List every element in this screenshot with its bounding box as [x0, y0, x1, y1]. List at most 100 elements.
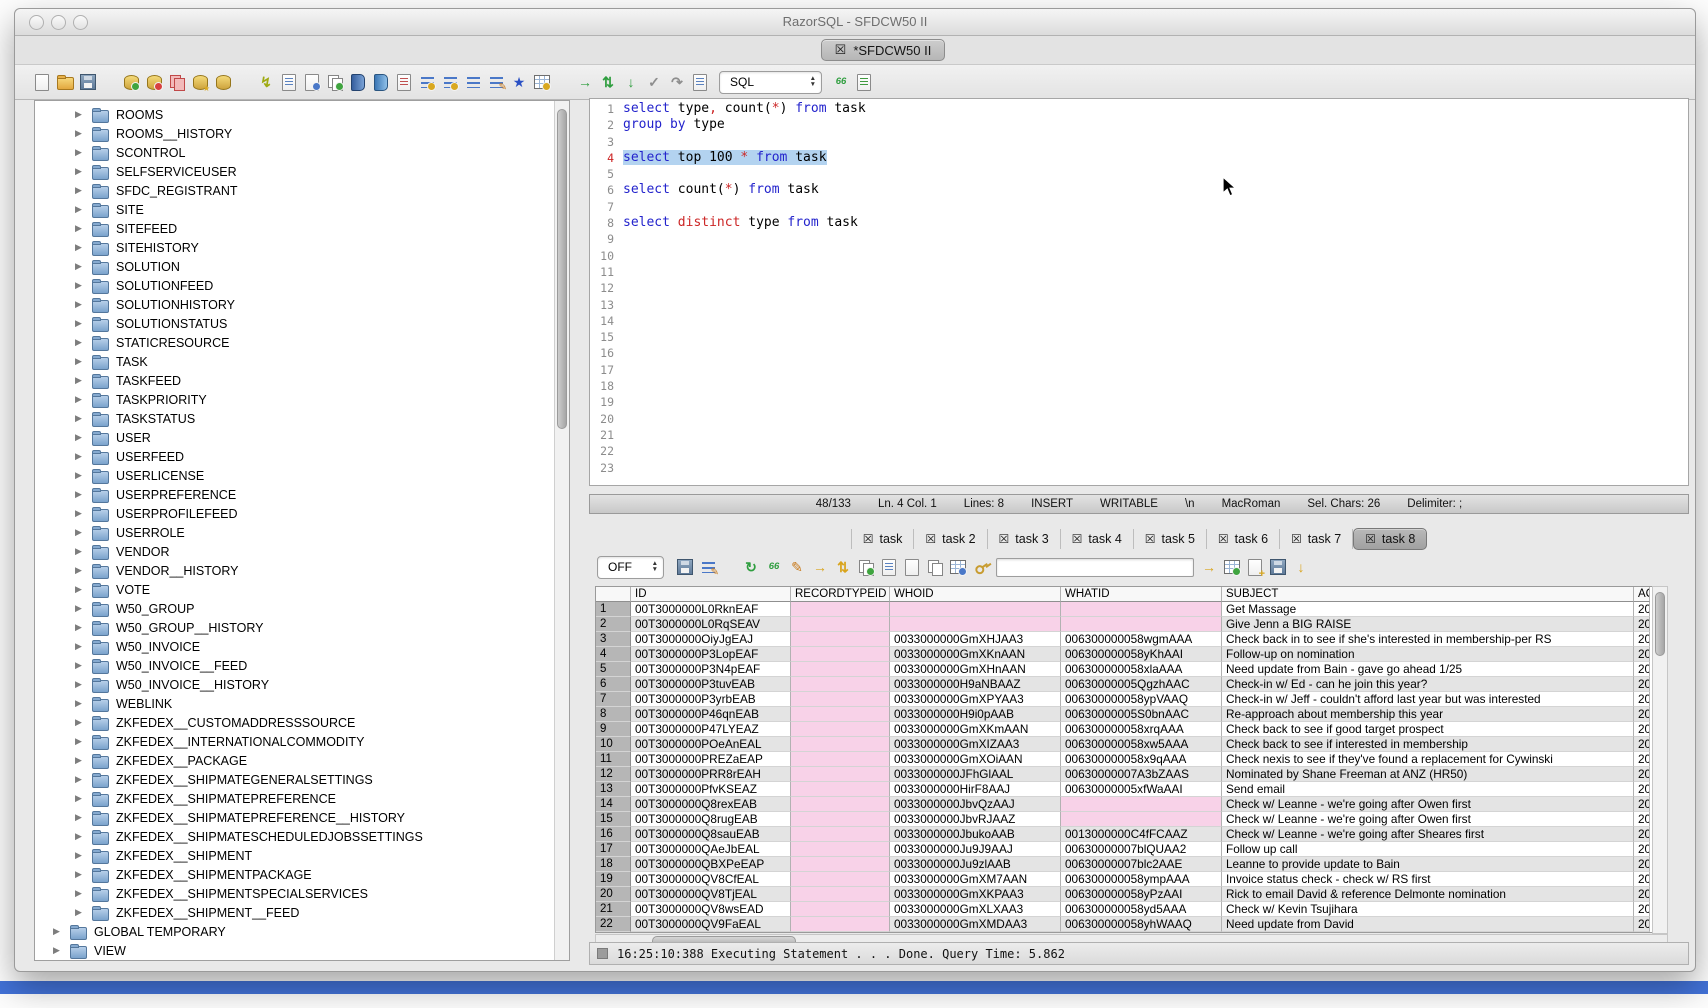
history-list-icon[interactable] — [395, 73, 413, 91]
table-row[interactable]: 800T3000000P46qnEAB0033000000H9i0pAAB006… — [596, 707, 1652, 722]
favorites-star-icon[interactable]: ★ — [510, 73, 528, 91]
disclosure-triangle-icon[interactable]: ▶ — [75, 793, 84, 804]
tree-item[interactable]: ▶ZKFEDEX__INTERNATIONALCOMMODITY — [35, 732, 555, 751]
new-db-icon[interactable] — [191, 73, 209, 91]
tree-item[interactable]: ▶USERPREFERENCE — [35, 485, 555, 504]
table-row[interactable]: 1300T3000000PfvKSEAZ0033000000HirF8AAJ00… — [596, 782, 1652, 797]
tree-item[interactable]: ▶VENDOR__HISTORY — [35, 561, 555, 580]
open-file-icon[interactable] — [56, 73, 74, 91]
edit-cell-icon[interactable]: ✎ — [788, 558, 806, 576]
tree-item[interactable]: ▶SITEFEED — [35, 219, 555, 238]
close-tab-icon[interactable]: ☒ — [1072, 532, 1083, 546]
table-row[interactable]: 1600T3000000Q8sauEAB0033000000JbukoAAB00… — [596, 827, 1652, 842]
grid-vertical-scrollbar[interactable] — [1652, 586, 1668, 934]
table-row[interactable]: 500T3000000P3N4pEAF0033000000GmXHnAAN006… — [596, 662, 1652, 677]
table-row[interactable]: 2000T3000000QV8TjEAL0033000000GmXKPAA300… — [596, 887, 1652, 902]
tree-item[interactable]: ▶WEBLINK — [35, 694, 555, 713]
page-view-icon[interactable] — [903, 558, 921, 576]
editor-line[interactable]: 22 — [590, 443, 1688, 459]
close-tab-icon[interactable]: ☒ — [1365, 532, 1376, 546]
disclosure-triangle-icon[interactable]: ▶ — [75, 470, 84, 481]
disclosure-triangle-icon[interactable]: ▶ — [75, 375, 84, 386]
close-tab-icon[interactable]: ☒ — [863, 532, 874, 546]
connect-db-icon[interactable] — [122, 73, 140, 91]
editor-line[interactable]: 1select type, count(*) from task — [590, 101, 1688, 117]
tree-item[interactable]: ▶TASKSTATUS — [35, 409, 555, 428]
result-tab-task-2[interactable]: ☒task 2 — [914, 529, 987, 549]
editor-line[interactable]: 10 — [590, 248, 1688, 264]
describe-table-icon[interactable] — [855, 73, 873, 91]
disclosure-triangle-icon[interactable]: ▶ — [75, 109, 84, 120]
disclosure-triangle-icon[interactable]: ▶ — [75, 869, 84, 880]
close-window-button[interactable] — [29, 15, 44, 30]
search-go-icon[interactable]: → — [1200, 558, 1218, 576]
help-book-icon[interactable] — [372, 73, 390, 91]
tree-item[interactable]: ▶TASKFEED — [35, 371, 555, 390]
format-sql-icon[interactable] — [441, 73, 459, 91]
tree-item[interactable]: ▶SOLUTIONHISTORY — [35, 295, 555, 314]
table-row[interactable]: 400T3000000P3LopEAF0033000000GmXKnAAN006… — [596, 647, 1652, 662]
disclosure-triangle-icon[interactable]: ▶ — [75, 888, 84, 899]
editor-line[interactable]: 12 — [590, 280, 1688, 296]
sort-rows-icon[interactable]: ⇅ — [834, 558, 852, 576]
tree-item[interactable]: ▶W50_INVOICE__FEED — [35, 656, 555, 675]
column-header-SUBJECT[interactable]: SUBJECT — [1222, 587, 1634, 602]
editor-line[interactable]: 20 — [590, 411, 1688, 427]
disclosure-triangle-icon[interactable]: ▶ — [75, 755, 84, 766]
table-row[interactable]: 1800T3000000QBXPeEAP0033000000Ju9zlAAB00… — [596, 857, 1652, 872]
editor-line[interactable]: 5 — [590, 166, 1688, 182]
disclosure-triangle-icon[interactable]: ▶ — [75, 204, 84, 215]
disclosure-triangle-icon[interactable]: ▶ — [75, 299, 84, 310]
insert-row-icon[interactable]: → — [811, 558, 829, 576]
disclosure-triangle-icon[interactable]: ▶ — [75, 413, 84, 424]
swap-statement-icon[interactable]: ⇅ — [599, 73, 617, 91]
database-icon[interactable] — [214, 73, 232, 91]
result-tab-task-8[interactable]: ☒task 8 — [1353, 528, 1427, 550]
tree-item[interactable]: ▶SOLUTION — [35, 257, 555, 276]
tree-item[interactable]: ▶SFDC_REGISTRANT — [35, 181, 555, 200]
editor-line[interactable]: 6select count(*) from task — [590, 182, 1688, 198]
tree-item[interactable]: ▶VENDOR — [35, 542, 555, 561]
disclosure-triangle-icon[interactable]: ▶ — [75, 147, 84, 158]
tree-item[interactable]: ▶SCONTROL — [35, 143, 555, 162]
limit-select[interactable]: OFF ▲▼ — [597, 556, 664, 579]
disclosure-triangle-icon[interactable]: ▶ — [75, 774, 84, 785]
sql-editor[interactable]: 1select type, count(*) from task2group b… — [589, 98, 1689, 486]
save-grid-icon[interactable] — [1269, 558, 1287, 576]
results-search-input[interactable] — [996, 558, 1194, 577]
tree-item[interactable]: ▶ZKFEDEX__SHIPMENT — [35, 846, 555, 865]
close-tab-icon[interactable]: ☒ — [999, 532, 1010, 546]
go-down-icon[interactable]: ↓ — [622, 73, 640, 91]
save-file-icon[interactable] — [79, 73, 97, 91]
editor-line[interactable]: 19 — [590, 394, 1688, 410]
tree-item[interactable]: ▶TASKPRIORITY — [35, 390, 555, 409]
sql-mode-select[interactable]: SQL ▲▼ — [719, 71, 822, 94]
log-view-icon[interactable] — [691, 73, 709, 91]
rollback-icon[interactable]: ↷ — [668, 73, 686, 91]
disclosure-triangle-icon[interactable]: ▶ — [75, 280, 84, 291]
tree-scrollbar[interactable] — [554, 101, 569, 960]
disclosure-triangle-icon[interactable]: ▶ — [75, 166, 84, 177]
result-tab-task[interactable]: ☒task — [851, 529, 915, 549]
tree-item[interactable]: ▶SELFSERVICEUSER — [35, 162, 555, 181]
table-row[interactable]: 1000T3000000POeAnEAL0033000000GmXIZAA300… — [596, 737, 1652, 752]
tree-scrollbar-thumb[interactable] — [557, 109, 567, 429]
disconnect-db-icon[interactable] — [145, 73, 163, 91]
table-row[interactable]: 200T3000000L0RqSEAVGive Jenn a BIG RAISE… — [596, 617, 1652, 632]
refresh-objects-icon[interactable] — [326, 73, 344, 91]
download-icon[interactable]: ↓ — [1292, 558, 1310, 576]
column-header-AC[interactable]: AC — [1634, 587, 1650, 602]
disclosure-triangle-icon[interactable]: ▶ — [75, 223, 84, 234]
minimize-window-button[interactable] — [51, 15, 66, 30]
table-row[interactable]: 1200T3000000PRR8rEAH0033000000JFhGlAAL00… — [596, 767, 1652, 782]
close-tab-icon[interactable]: ☒ — [925, 532, 936, 546]
tree-item[interactable]: ▶W50_INVOICE — [35, 637, 555, 656]
execute-all-icon[interactable] — [280, 73, 298, 91]
tree-item[interactable]: ▶STATICRESOURCE — [35, 333, 555, 352]
disclosure-triangle-icon[interactable]: ▶ — [75, 356, 84, 367]
disclosure-triangle-icon[interactable]: ▶ — [75, 185, 84, 196]
editor-line[interactable]: 17 — [590, 362, 1688, 378]
editor-line[interactable]: 7 — [590, 199, 1688, 215]
disclosure-triangle-icon[interactable]: ▶ — [75, 622, 84, 633]
editor-line[interactable]: 23 — [590, 460, 1688, 476]
